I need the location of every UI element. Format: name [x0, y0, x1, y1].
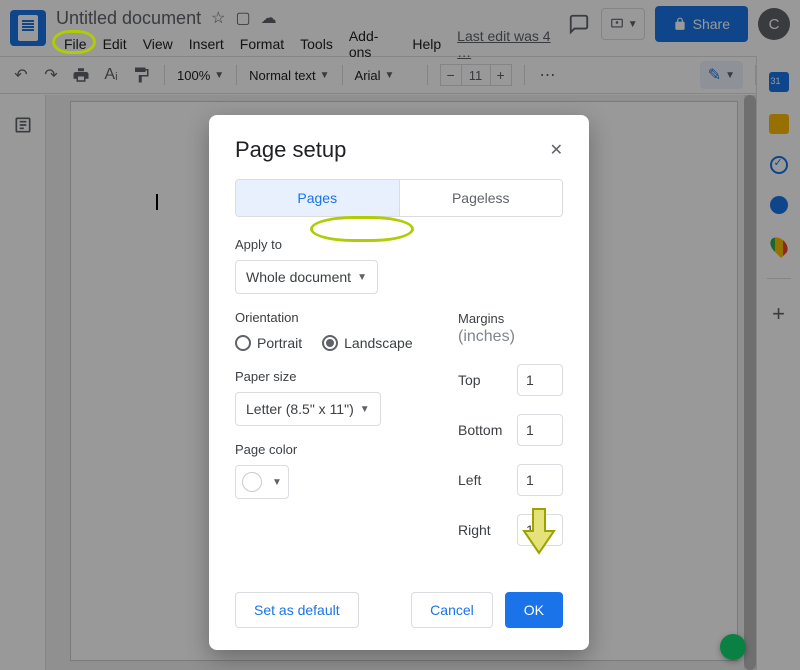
color-swatch-icon: [242, 472, 262, 492]
cancel-button[interactable]: Cancel: [411, 592, 493, 628]
radio-icon: [235, 335, 251, 351]
margin-bottom-input[interactable]: [517, 414, 563, 446]
apply-to-select[interactable]: Whole document▼: [235, 260, 378, 294]
tab-pageless[interactable]: Pageless: [400, 180, 563, 216]
orientation-portrait[interactable]: Portrait: [235, 335, 302, 351]
margin-right-label: Right: [458, 522, 491, 538]
margins-unit: (inches): [458, 328, 515, 345]
tab-pages[interactable]: Pages: [236, 180, 400, 216]
orientation-label: Orientation: [235, 310, 426, 325]
margin-bottom-label: Bottom: [458, 422, 502, 438]
paper-size-label: Paper size: [235, 369, 426, 384]
margin-top-input[interactable]: [517, 364, 563, 396]
page-setup-dialog: Page setup ✕ Pages Pageless Apply to Who…: [209, 115, 589, 650]
page-color-label: Page color: [235, 442, 426, 457]
margin-left-input[interactable]: [517, 464, 563, 496]
radio-icon: [322, 335, 338, 351]
explore-fab-icon[interactable]: [720, 634, 746, 660]
page-color-select[interactable]: ▼: [235, 465, 289, 499]
dialog-tabs: Pages Pageless: [235, 179, 563, 217]
ok-button[interactable]: OK: [505, 592, 563, 628]
margin-top-label: Top: [458, 372, 481, 388]
margin-left-label: Left: [458, 472, 481, 488]
set-default-button[interactable]: Set as default: [235, 592, 359, 628]
margin-right-input[interactable]: [517, 514, 563, 546]
orientation-landscape[interactable]: Landscape: [322, 335, 413, 351]
dialog-title: Page setup: [235, 137, 346, 163]
margins-label: Margins: [458, 311, 504, 326]
apply-to-label: Apply to: [235, 237, 563, 252]
dialog-close-icon[interactable]: ✕: [550, 140, 563, 160]
paper-size-select[interactable]: Letter (8.5" x 11")▼: [235, 392, 381, 426]
google-docs-app: Untitled document ☆ ▢ ☁ File Edit View I…: [0, 0, 800, 670]
